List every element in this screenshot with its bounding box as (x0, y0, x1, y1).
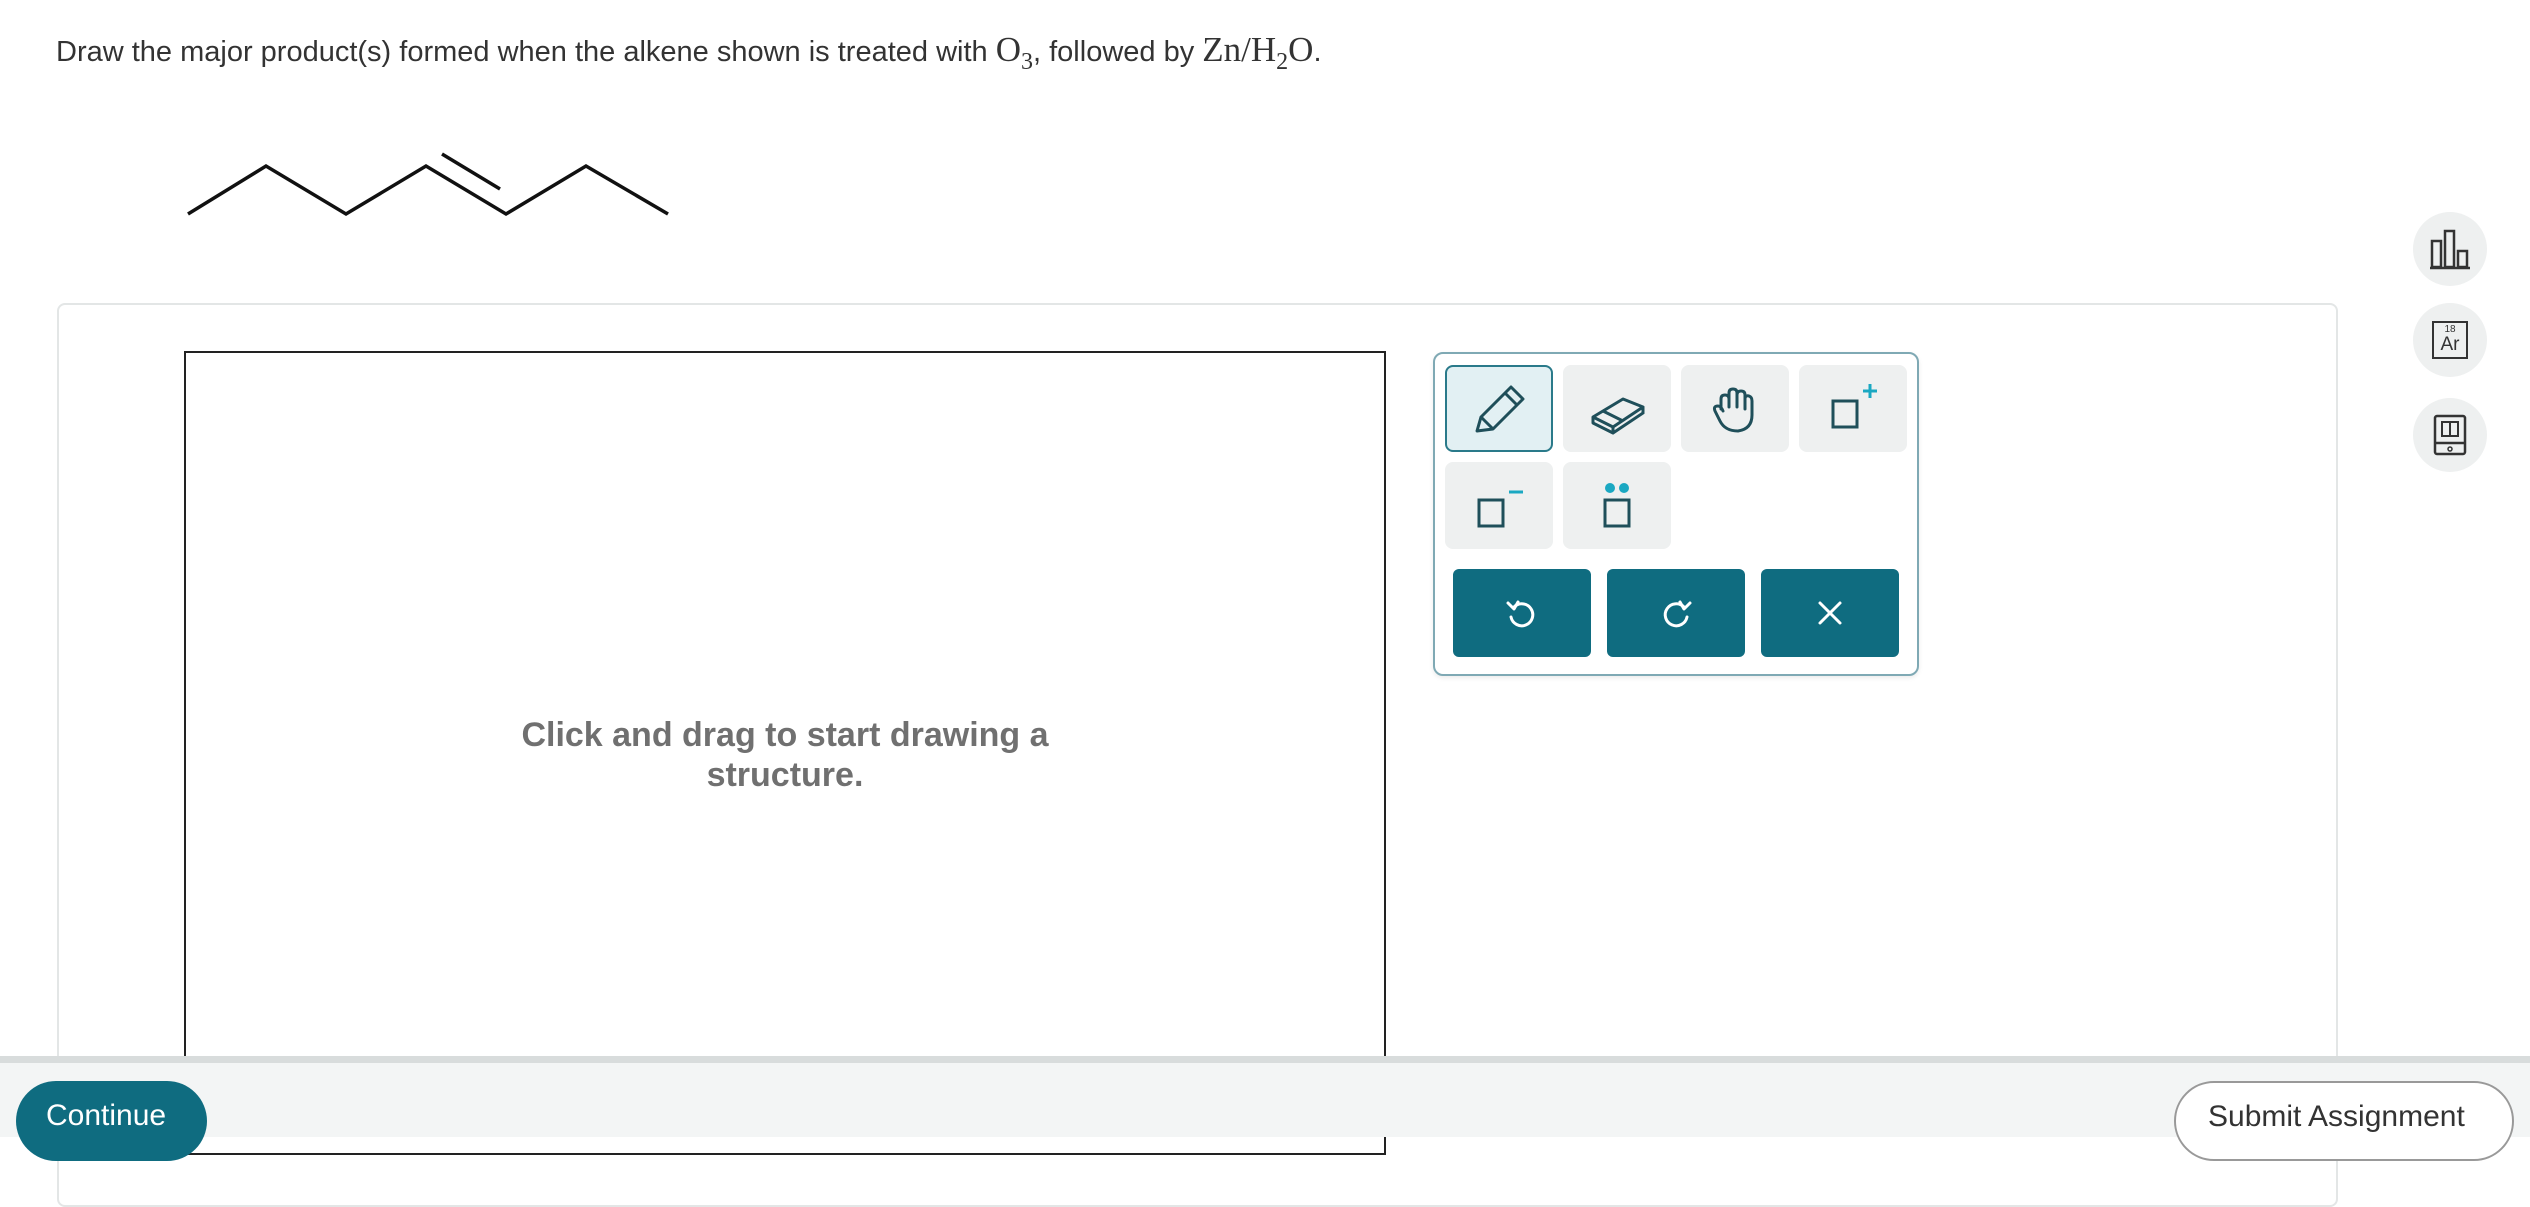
lone-pair-icon (1603, 482, 1631, 527)
hand-tool-button[interactable] (1681, 365, 1789, 452)
undo-icon (1506, 600, 1535, 628)
periodic-table-button[interactable]: 18 Ar (2413, 303, 2487, 377)
eraser-tool-button[interactable] (1563, 365, 1671, 452)
bar-chart-icon (2430, 229, 2470, 270)
undo-button[interactable] (1453, 569, 1591, 657)
square-minus-icon (1477, 490, 1523, 527)
drawing-canvas[interactable]: Click and drag to start drawing a struct… (184, 351, 1386, 1155)
redo-icon (1663, 600, 1692, 628)
clear-button[interactable] (1761, 569, 1899, 657)
question-comma: , (1033, 36, 1042, 68)
canvas-hint: Click and drag to start drawing a struct… (186, 715, 1384, 795)
submit-assignment-button[interactable]: Submit Assignment (2174, 1081, 2514, 1161)
chart-tool-button[interactable] (2413, 212, 2487, 286)
pencil-tool-button[interactable] (1445, 365, 1553, 452)
drawing-toolbox (1433, 352, 1919, 676)
canvas-hint-line2: structure. (706, 756, 864, 794)
ozone-formula: O3 (995, 30, 1033, 75)
negative-charge-tool-button[interactable] (1445, 462, 1553, 549)
continue-button[interactable]: Continue (16, 1081, 207, 1161)
question-prefix: Draw the major product(s) formed when th… (56, 36, 996, 68)
footer-bar (0, 1056, 2530, 1137)
lone-pair-tool-button[interactable] (1563, 462, 1671, 549)
hand-icon (1712, 387, 1754, 432)
close-icon (1818, 601, 1842, 625)
water-o: O (1288, 30, 1314, 69)
zn-water-formula: Zn/H2O (1202, 30, 1314, 75)
water-subscript: 2 (1276, 49, 1289, 75)
alkene-structure (187, 152, 669, 217)
book-icon (2433, 414, 2467, 456)
positive-charge-tool-button[interactable] (1799, 365, 1907, 452)
canvas-hint-line1: Click and drag to start drawing a (521, 716, 1049, 754)
pencil-icon (1475, 385, 1525, 432)
periodic-table-icon: 18 Ar (2432, 321, 2468, 359)
square-plus-icon (1831, 383, 1877, 428)
zn-h: Zn/H (1202, 30, 1277, 69)
ozone-o: O (995, 30, 1021, 69)
redo-button[interactable] (1607, 569, 1745, 657)
periodic-symbol: Ar (2440, 334, 2460, 355)
question-text: Draw the major product(s) formed when th… (56, 30, 1322, 76)
question-middle: followed by (1041, 36, 1203, 68)
ozone-subscript: 3 (1021, 49, 1033, 75)
ebook-button[interactable] (2413, 398, 2487, 472)
eraser-icon (1591, 397, 1645, 434)
question-period: . (1313, 36, 1322, 68)
